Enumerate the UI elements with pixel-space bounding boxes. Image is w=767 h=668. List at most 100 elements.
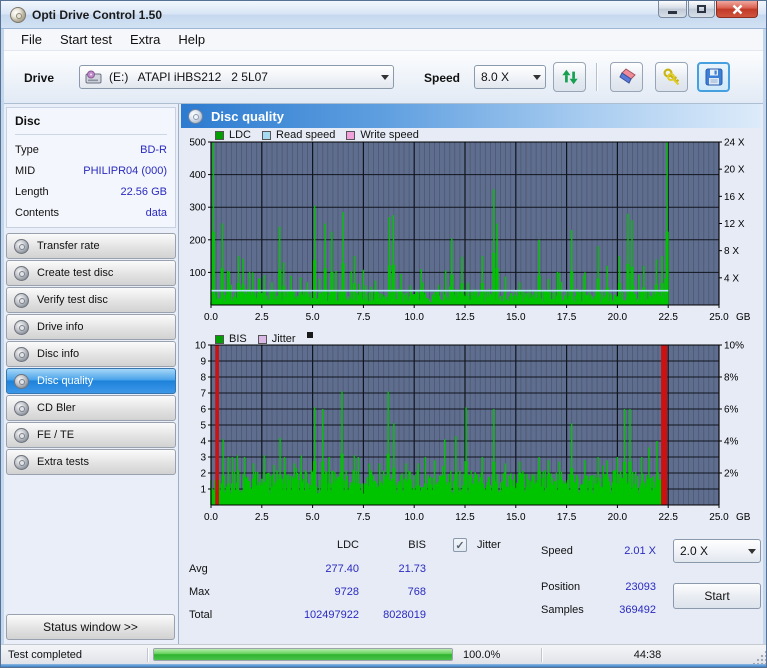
svg-text:9: 9 (200, 357, 206, 368)
start-button[interactable]: Start (673, 583, 761, 609)
sidebar-item-fe-te[interactable]: FE / TE (6, 422, 176, 448)
app-icon (10, 6, 26, 23)
ldc-chart-legend: LDC Read speed Write speed (215, 129, 425, 141)
svg-text:15.0: 15.0 (506, 312, 526, 323)
legend-label-write-speed: Write speed (360, 129, 419, 141)
license-keys-button[interactable] (655, 62, 688, 92)
minimize-button[interactable] (658, 1, 687, 18)
window-title: Opti Drive Control 1.50 (32, 7, 163, 22)
drive-value: (E:) ATAPI iHBS212 2 5L07 (109, 70, 268, 84)
test-speed-select[interactable]: 2.0 X (673, 539, 761, 563)
erase-disc-button[interactable] (610, 62, 643, 92)
ldc-column-header: LDC (336, 539, 359, 551)
svg-text:300: 300 (189, 203, 206, 214)
svg-text:500: 500 (189, 138, 206, 149)
menu-help[interactable]: Help (169, 30, 214, 49)
drive-select[interactable]: (E:) ATAPI iHBS212 2 5L07 (79, 65, 394, 89)
disc-icon (14, 400, 29, 416)
avg-bis-value: 21.73 (398, 563, 426, 575)
total-ldc-value: 102497922 (303, 609, 359, 621)
svg-text:12.5: 12.5 (455, 312, 475, 323)
svg-text:10%: 10% (724, 341, 744, 352)
sidebar-item-verify-test-disc[interactable]: Verify test disc (6, 287, 176, 313)
title-bar[interactable]: Opti Drive Control 1.50 (1, 1, 766, 29)
svg-text:7: 7 (200, 389, 206, 400)
speed-value: 8.0 X (481, 70, 510, 84)
sidebar-item-create-test-disc[interactable]: Create test disc (6, 260, 176, 286)
chevron-down-icon (532, 74, 541, 80)
status-window-button[interactable]: Status window >> (6, 614, 175, 640)
sidebar-item-drive-info[interactable]: Drive info (6, 314, 176, 340)
resize-grip[interactable] (752, 650, 766, 664)
svg-text:2: 2 (200, 469, 206, 480)
menu-extra[interactable]: Extra (121, 30, 169, 49)
sidebar: Disc Type BD-R MID PHILIPR04 (000) Lengt… (4, 104, 179, 644)
sidebar-item-cd-bler[interactable]: CD Bler (6, 395, 176, 421)
svg-text:5.0: 5.0 (306, 512, 320, 523)
svg-text:25.0: 25.0 (709, 312, 729, 323)
progress-percent: 100.0% (463, 648, 501, 661)
sidebar-item-transfer-rate[interactable]: Transfer rate (6, 233, 176, 259)
sidebar-item-label: Disc info (37, 348, 80, 360)
sidebar-item-label: Extra tests (37, 456, 89, 468)
disc-mid-label: MID (15, 165, 36, 177)
app-window: Opti Drive Control 1.50 File Start test … (0, 0, 767, 668)
close-button[interactable] (716, 1, 758, 18)
sidebar-item-disc-quality[interactable]: Disc quality (6, 368, 176, 394)
close-icon (732, 4, 742, 14)
disc-type-row: Type BD-R (15, 144, 167, 156)
sidebar-item-disc-info[interactable]: Disc info (6, 341, 176, 367)
sidebar-item-label: Create test disc (37, 267, 114, 279)
disc-icon (14, 427, 29, 443)
svg-text:24 X: 24 X (724, 138, 745, 149)
ldc-chart-plot: 0.0 2.5 5.0 7.5 10.0 12.5 15.0 17.5 20.0 22.5 25.0… (189, 138, 750, 324)
svg-text:17.5: 17.5 (557, 512, 577, 523)
disc-icon (14, 373, 29, 389)
disc-contents-value: data (145, 207, 167, 219)
sidebar-item-extra-tests[interactable]: Extra tests (6, 449, 176, 475)
svg-text:2%: 2% (724, 469, 739, 480)
svg-text:6: 6 (200, 405, 206, 416)
legend-swatch-ldc (215, 130, 224, 140)
eraser-icon (618, 68, 636, 84)
total-label: Total (189, 609, 213, 621)
position-value: 23093 (625, 581, 656, 593)
legend-label-bis: BIS (229, 333, 247, 345)
elapsed-time: 44:38 (633, 648, 662, 661)
keys-icon (662, 68, 679, 86)
legend-swatch-jitter (257, 334, 267, 344)
disc-icon (14, 265, 29, 281)
progress-zone (149, 645, 459, 664)
chevron-down-icon (380, 74, 389, 80)
drive-icon (85, 70, 102, 84)
max-ldc-value: 9728 (334, 586, 359, 598)
minimize-icon (668, 11, 677, 14)
svg-text:3: 3 (200, 453, 206, 464)
disc-icon (14, 238, 29, 254)
legend-label-read-speed: Read speed (276, 129, 336, 141)
legend-swatch-read-speed (262, 130, 272, 140)
save-button[interactable] (697, 62, 730, 92)
bis-chart-legend: BIS Jitter (215, 332, 313, 346)
maximize-button[interactable] (688, 1, 715, 18)
svg-text:12 X: 12 X (724, 219, 745, 230)
disc-length-row: Length 22.56 GB (15, 186, 167, 198)
svg-text:20.0: 20.0 (608, 312, 628, 323)
svg-text:4%: 4% (724, 437, 739, 448)
toolbar-separator (596, 63, 598, 91)
progress-bar (153, 648, 453, 661)
menu-start-test[interactable]: Start test (51, 30, 121, 49)
menu-file[interactable]: File (12, 30, 51, 49)
sidebar-item-label: FE / TE (37, 429, 75, 441)
jitter-checkbox[interactable]: ✓ (453, 538, 467, 552)
status-bar: Test completed 100.0% 44:38 (1, 644, 766, 664)
svg-text:4 X: 4 X (724, 273, 739, 284)
refresh-button[interactable] (553, 62, 586, 92)
svg-text:8 X: 8 X (724, 246, 739, 257)
disc-info-panel: Disc Type BD-R MID PHILIPR04 (000) Lengt… (6, 107, 176, 228)
svg-text:1: 1 (200, 485, 206, 496)
speed-select[interactable]: 8.0 X (474, 65, 546, 89)
svg-text:17.5: 17.5 (557, 312, 577, 323)
sidebar-item-label: CD Bler (37, 402, 76, 414)
svg-text:2.5: 2.5 (255, 512, 269, 523)
